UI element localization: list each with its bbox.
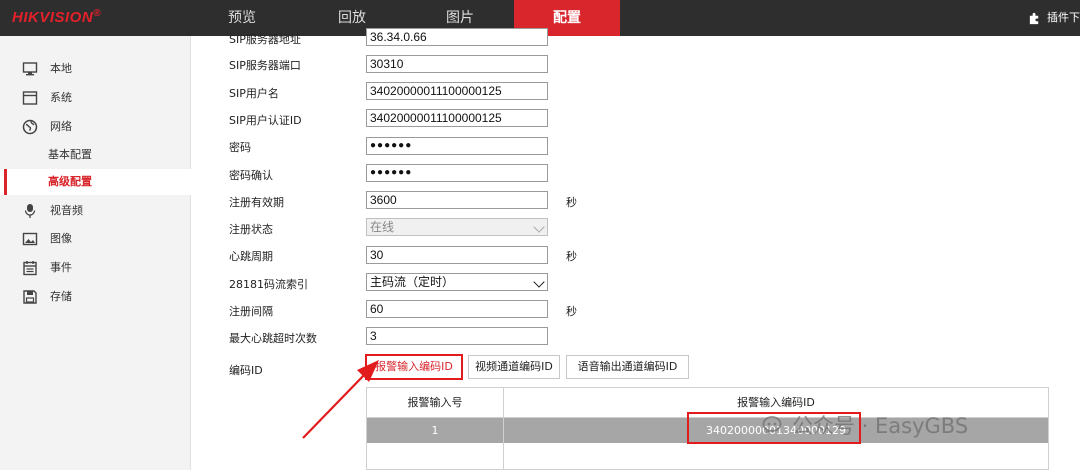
label-sip-server-address: SIP服务器地址 [229,33,301,46]
sip-server-port-input[interactable]: 30310 [366,55,548,73]
label-password: 密码 [229,141,251,154]
sidebar-sub-basic-config[interactable]: 基本配置 [0,142,191,168]
label-sip-username: SIP用户名 [229,87,279,100]
table-header-alarm-input-no: 报警输入号 [407,396,463,409]
label-sip-server-port: SIP服务器端口 [229,59,301,72]
sip-auth-id-input[interactable]: 34020000011100000125 [366,109,548,127]
tab-video-channel-encode-id[interactable]: 视频通道编码ID [468,355,560,379]
label-encode-id: 编码ID [229,364,263,377]
unit-seconds: 秒 [566,305,577,318]
hikvision-logo: HIKVISION® [12,8,102,26]
label-28181-stream-index: 28181码流索引 [229,278,308,291]
annotation-arrow [302,360,379,439]
calendar-icon [23,261,37,276]
label-registration-status: 注册状态 [229,223,273,236]
table-column-divider [503,388,504,469]
sidebar-item-system[interactable]: 系统 [0,84,191,112]
sidebar-sub-advanced-config[interactable]: 高级配置 [0,169,191,195]
label-sip-auth-id: SIP用户认证ID [229,114,302,127]
heartbeat-period-input[interactable]: 30 [366,246,548,264]
sip-username-input[interactable]: 34020000011100000125 [366,82,548,100]
max-heartbeat-timeout-input[interactable]: 3 [366,327,548,345]
sip-server-address-input[interactable]: 36.34.0.66 [366,28,548,46]
label-password-confirm: 密码确认 [229,169,273,182]
sidebar-item-local[interactable]: 本地 [0,55,191,83]
chevron-down-icon [533,276,545,288]
registration-validity-input[interactable]: 3600 [366,191,548,209]
sidebar-item-audio-video[interactable]: 视音频 [0,197,191,225]
unit-seconds: 秒 [566,250,577,263]
tab-audio-output-channel-encode-id[interactable]: 语音输出通道编码ID [566,355,689,379]
sidebar-item-label: 存储 [50,290,72,303]
stream-index-value: 主码流（定时） [370,275,455,289]
label-registration-interval: 注册间隔 [229,305,273,318]
label-heartbeat-period: 心跳周期 [229,250,273,263]
microphone-icon [24,204,36,218]
sidebar: 本地 系统 网络 基本配置 高级配置 视音频 图像 事件 存储 [0,36,191,470]
plugin-download-link[interactable]: 插件下 [1028,0,1080,36]
image-icon [22,232,38,246]
sidebar-item-label: 图像 [50,232,72,245]
window-icon [22,91,38,105]
sidebar-item-label: 网络 [50,120,72,133]
wechat-icon [762,416,782,434]
watermark: 公众号 · EasyGBS [762,410,968,440]
registration-status-select: 在线 [366,218,548,236]
globe-icon [22,119,38,135]
floppy-icon [23,290,37,304]
sidebar-item-label: 事件 [50,261,72,274]
sidebar-item-image[interactable]: 图像 [0,225,191,253]
registration-interval-input[interactable]: 60 [366,300,548,318]
sidebar-item-label: 系统 [50,91,72,104]
stream-index-select[interactable]: 主码流（定时） [366,273,548,291]
label-registration-validity: 注册有效期 [229,196,284,209]
table-cell-alarm-input-no: 1 [431,424,439,437]
registration-status-value: 在线 [370,220,395,234]
monitor-icon [22,62,38,76]
label-max-heartbeat-timeout: 最大心跳超时次数 [229,332,317,345]
password-confirm-input[interactable]: ●●●●●● [366,164,548,182]
sidebar-item-label: 本地 [50,62,72,75]
sidebar-item-network[interactable]: 网络 [0,113,191,141]
sidebar-item-label: 视音频 [50,204,83,217]
password-input[interactable]: ●●●●●● [366,137,548,155]
unit-seconds: 秒 [566,196,577,209]
sidebar-item-storage[interactable]: 存储 [0,283,191,311]
chevron-down-icon [533,221,545,233]
puzzle-icon [1029,12,1039,24]
sidebar-item-event[interactable]: 事件 [0,254,191,282]
